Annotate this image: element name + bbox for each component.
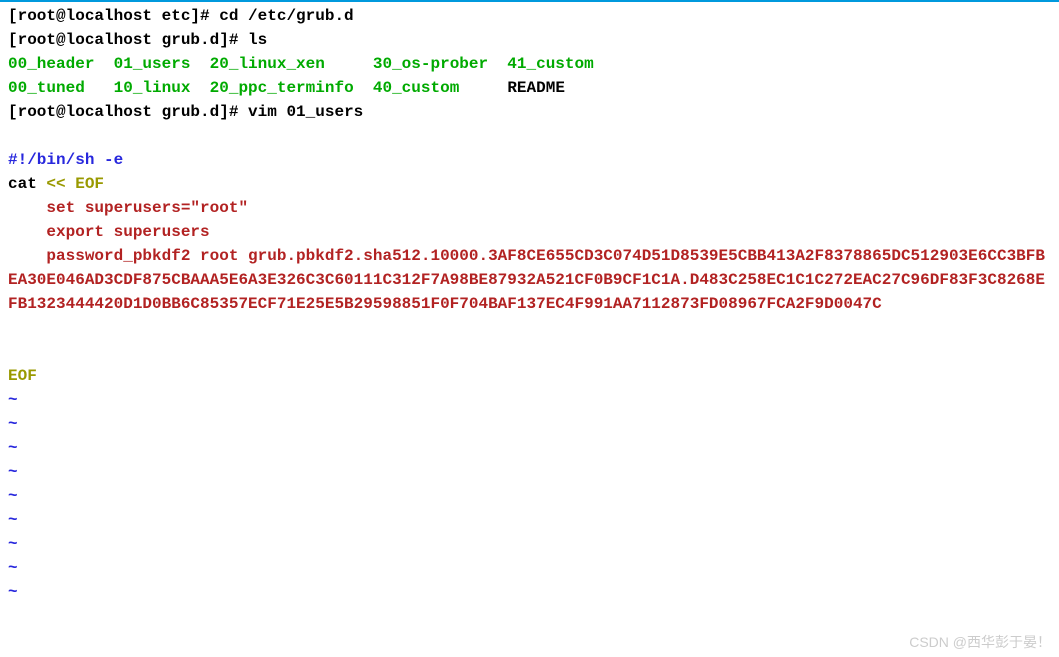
shebang-text: #!/bin/sh -e bbox=[8, 151, 123, 169]
tilde-marker: ~ bbox=[8, 391, 18, 409]
superusers-set: set superusers="root" bbox=[8, 199, 248, 217]
vim-tilde-line: ~ bbox=[8, 436, 1051, 460]
file-executable: 01_users bbox=[114, 55, 191, 73]
tilde-marker: ~ bbox=[8, 439, 18, 457]
shell-prompt: [root@localhost grub.d]# bbox=[8, 103, 248, 121]
superusers-export: export superusers bbox=[8, 223, 210, 241]
vim-content-line: export superusers bbox=[8, 220, 1051, 244]
file-executable: 20_linux_xen bbox=[210, 55, 325, 73]
heredoc-start: << EOF bbox=[46, 175, 104, 193]
tilde-marker: ~ bbox=[8, 535, 18, 553]
vim-tilde-line: ~ bbox=[8, 412, 1051, 436]
tilde-marker: ~ bbox=[8, 415, 18, 433]
vim-tilde-line: ~ bbox=[8, 532, 1051, 556]
command-text: cd /etc/grub.d bbox=[219, 7, 353, 25]
shell-prompt: [root@localhost etc]# bbox=[8, 7, 219, 25]
csdn-watermark: CSDN @西华彭于晏！ bbox=[909, 632, 1051, 653]
blank-line bbox=[8, 340, 1051, 364]
vim-tilde-line: ~ bbox=[8, 580, 1051, 604]
file-executable: 30_os-prober bbox=[373, 55, 488, 73]
password-hash: password_pbkdf2 root grub.pbkdf2.sha512.… bbox=[8, 247, 1045, 313]
file-executable: 41_custom bbox=[507, 55, 593, 73]
vim-content-line: set superusers="root" bbox=[8, 196, 1051, 220]
file-executable: 40_custom bbox=[373, 79, 459, 97]
ls-row-2: 00_tuned 10_linux 20_ppc_terminfo 40_cus… bbox=[8, 76, 1051, 100]
vim-tilde-line: ~ bbox=[8, 460, 1051, 484]
vim-tilde-line: ~ bbox=[8, 388, 1051, 412]
ls-row-1: 00_header 01_users 20_linux_xen 30_os-pr… bbox=[8, 52, 1051, 76]
file-executable: 00_tuned bbox=[8, 79, 85, 97]
vim-tilde-line: ~ bbox=[8, 556, 1051, 580]
command-text: ls bbox=[248, 31, 267, 49]
tilde-marker: ~ bbox=[8, 559, 18, 577]
prompt-line-1: [root@localhost etc]# cd /etc/grub.d bbox=[8, 4, 1051, 28]
file-regular: README bbox=[507, 79, 565, 97]
tilde-marker: ~ bbox=[8, 511, 18, 529]
command-text: vim 01_users bbox=[248, 103, 363, 121]
vim-eof-line: EOF bbox=[8, 364, 1051, 388]
vim-cat-line: cat << EOF bbox=[8, 172, 1051, 196]
file-executable: 20_ppc_terminfo bbox=[210, 79, 354, 97]
shell-prompt: [root@localhost grub.d]# bbox=[8, 31, 248, 49]
vim-password-hash: password_pbkdf2 root grub.pbkdf2.sha512.… bbox=[8, 244, 1051, 316]
file-executable: 00_header bbox=[8, 55, 94, 73]
terminal-output[interactable]: [root@localhost etc]# cd /etc/grub.d [ro… bbox=[8, 4, 1051, 604]
vim-shebang-line: #!/bin/sh -e bbox=[8, 148, 1051, 172]
blank-line bbox=[8, 124, 1051, 148]
blank-line bbox=[8, 316, 1051, 340]
prompt-line-3: [root@localhost grub.d]# vim 01_users bbox=[8, 100, 1051, 124]
tilde-marker: ~ bbox=[8, 487, 18, 505]
vim-tilde-line: ~ bbox=[8, 484, 1051, 508]
heredoc-end: EOF bbox=[8, 367, 37, 385]
tilde-marker: ~ bbox=[8, 583, 18, 601]
tilde-marker: ~ bbox=[8, 463, 18, 481]
vim-tilde-line: ~ bbox=[8, 508, 1051, 532]
file-executable: 10_linux bbox=[114, 79, 191, 97]
cat-keyword: cat bbox=[8, 175, 46, 193]
prompt-line-2: [root@localhost grub.d]# ls bbox=[8, 28, 1051, 52]
